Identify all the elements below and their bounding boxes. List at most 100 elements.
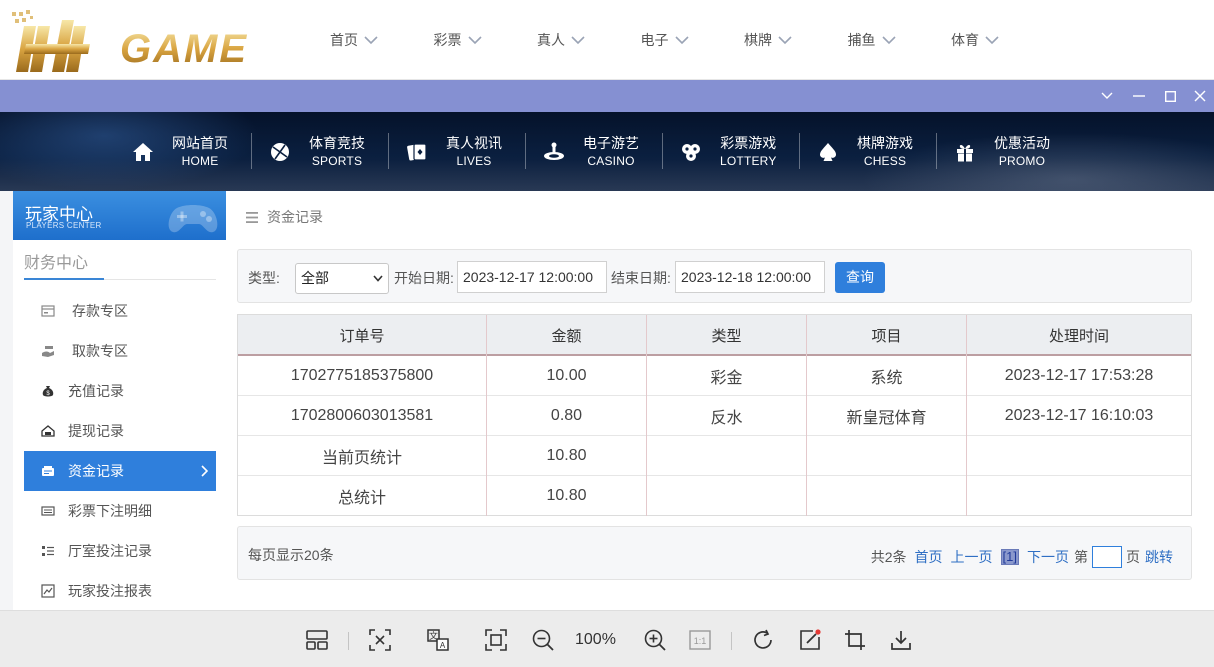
top-nav-fishing[interactable]: 捕鱼 [848, 30, 952, 50]
report-icon [41, 584, 55, 598]
maximize-button[interactable] [1155, 80, 1185, 112]
close-button[interactable] [1185, 80, 1214, 112]
top-nav: 首页 彩票 真人 电子 棋牌 捕鱼 体育 [330, 0, 1055, 80]
banner-nav-lives[interactable]: 真人视讯 LIVES [388, 128, 543, 176]
table-cell: 10.00 [487, 356, 647, 396]
edit-button[interactable] [798, 628, 822, 652]
download-button[interactable] [889, 628, 913, 652]
end-date-input[interactable]: 2023-12-18 12:00:00 [675, 261, 825, 293]
close-icon [1194, 90, 1206, 102]
sidebar-item-fund-records[interactable]: 资金记录 [24, 451, 216, 491]
sidebar-item-lottery-bets[interactable]: 彩票下注明细 [24, 491, 216, 531]
next-page-link[interactable]: 下一页 [1027, 547, 1069, 567]
ticket-icon [41, 506, 55, 516]
minimize-icon [1133, 95, 1145, 97]
lottery-balls-icon [682, 144, 700, 161]
chevron-right-icon [201, 465, 208, 477]
banner-nav-en: LIVES [456, 154, 492, 168]
section-underline [24, 278, 104, 280]
table-cell [807, 436, 967, 476]
table-header: 订单号 金额 类型 项目 处理时间 [238, 315, 1191, 356]
hh-game-logo[interactable]: GAME [10, 10, 275, 76]
gift-icon [957, 144, 973, 162]
chevron-down-icon [881, 36, 896, 45]
sidebar-item-withdraw-records[interactable]: 提现记录 [24, 411, 216, 451]
zoom-out-button[interactable] [531, 628, 555, 652]
banner-nav-en: LOTTERY [720, 154, 777, 168]
top-nav-sports[interactable]: 体育 [951, 30, 1055, 50]
breadcrumb: 资金记录 [246, 207, 323, 227]
crop-icon [845, 630, 865, 650]
column-header: 类型 [647, 315, 807, 356]
cash-out-icon [41, 425, 55, 437]
table-cell [647, 436, 807, 476]
table-cell: 10.80 [487, 436, 647, 476]
banner-nav-lottery[interactable]: 彩票游戏 LOTTERY [662, 128, 817, 176]
top-nav-live[interactable]: 真人 [537, 30, 641, 50]
zoom-in-icon [644, 629, 666, 651]
sidebar-item-withdraw[interactable]: 取款专区 [24, 331, 216, 371]
banner-nav-en: HOME [181, 154, 219, 168]
divider [251, 133, 252, 169]
start-date-input[interactable]: 2023-12-17 12:00:00 [457, 261, 607, 293]
top-nav-label: 真人 [537, 32, 565, 48]
table-cell: 1702775185375800 [238, 356, 487, 396]
content-area: 玩家中心 PLAYERS CENTER 财务中心 存款专区 取款专区 $ 充值记… [0, 191, 1214, 610]
table-cell: 2023-12-17 16:10:03 [1004, 407, 1154, 424]
sidebar-item-label: 资金记录 [68, 463, 124, 479]
top-nav-slots[interactable]: 电子 [641, 30, 745, 50]
query-button[interactable]: 查询 [835, 262, 885, 293]
top-nav-label: 彩票 [433, 32, 462, 48]
column-header: 处理时间 [1048, 328, 1109, 345]
translate-button[interactable]: 文A [426, 628, 450, 652]
jump-link[interactable]: 跳转 [1145, 547, 1173, 567]
banner-nav-chess[interactable]: 棋牌游戏 CHESS [799, 128, 954, 176]
sidebar-item-hall-bets[interactable]: 厅室投注记录 [24, 531, 216, 571]
table-cell: 当前页统计 [238, 436, 487, 476]
players-center-subtitle: PLAYERS CENTER [26, 221, 102, 230]
sidebar-item-label: 玩家投注报表 [68, 583, 152, 599]
chevron-down-icon [985, 36, 999, 45]
banner-nav-home[interactable]: 网站首页 HOME [132, 128, 269, 176]
divider [936, 133, 937, 169]
table-cell [967, 476, 1191, 516]
sidebar-item-player-report[interactable]: 玩家投注报表 [24, 571, 216, 611]
top-nav-lottery[interactable]: 彩票 [434, 30, 538, 50]
table-row: 当前页统计 10.80 [238, 436, 1191, 476]
column-header: 项目 [807, 315, 967, 356]
translate-icon: 文A [427, 629, 449, 651]
rotate-button[interactable] [751, 628, 775, 652]
svg-text:A: A [440, 641, 446, 650]
top-nav-label: 捕鱼 [847, 32, 876, 48]
per-page-text: 每页显示20条 [248, 547, 334, 563]
collapse-button[interactable] [1092, 80, 1122, 112]
banner-nav: 网站首页 HOME 体育竞技 SPORTS 真人视讯 LIVES 电子游艺 CASINO… [132, 128, 1091, 176]
current-page[interactable]: [1] [1000, 549, 1019, 565]
sidebar-item-label: 厅室投注记录 [68, 543, 152, 559]
page-number-input[interactable] [1092, 546, 1122, 568]
sidebar-item-deposit[interactable]: 存款专区 [24, 291, 216, 331]
chevron-down-icon [1101, 92, 1113, 99]
actual-size-button[interactable]: 1:1 [688, 628, 712, 652]
type-select[interactable]: 全部 [295, 263, 389, 294]
layout-button[interactable] [305, 628, 329, 652]
banner-nav-casino[interactable]: 电子游艺 CASINO [525, 128, 680, 176]
divider [348, 632, 349, 650]
zoom-in-button[interactable] [643, 628, 667, 652]
ocr-button[interactable] [368, 628, 392, 652]
banner-nav-promo[interactable]: 优惠活动 PROMO [936, 128, 1091, 176]
fit-screen-button[interactable] [484, 628, 508, 652]
site-header: GAME 首页 彩票 真人 电子 棋牌 捕鱼 体育 [0, 0, 1214, 80]
crop-button[interactable] [843, 628, 867, 652]
banner-nav-en: PROMO [998, 154, 1046, 168]
sidebar-item-recharge-records[interactable]: $ 充值记录 [24, 371, 216, 411]
prev-page-link[interactable]: 上一页 [951, 547, 993, 567]
minimize-button[interactable] [1124, 80, 1154, 112]
banner-nav-sports[interactable]: 体育竞技 SPORTS [251, 128, 406, 176]
top-nav-home[interactable]: 首页 [330, 30, 434, 50]
first-page-link[interactable]: 首页 [915, 547, 943, 567]
ball-icon [271, 143, 289, 161]
page-suffix: 页 [1126, 549, 1140, 565]
table-row: 1702775185375800 10.00 彩金 系统 2023-12-17 … [238, 356, 1191, 396]
top-nav-chess[interactable]: 棋牌 [744, 30, 848, 50]
